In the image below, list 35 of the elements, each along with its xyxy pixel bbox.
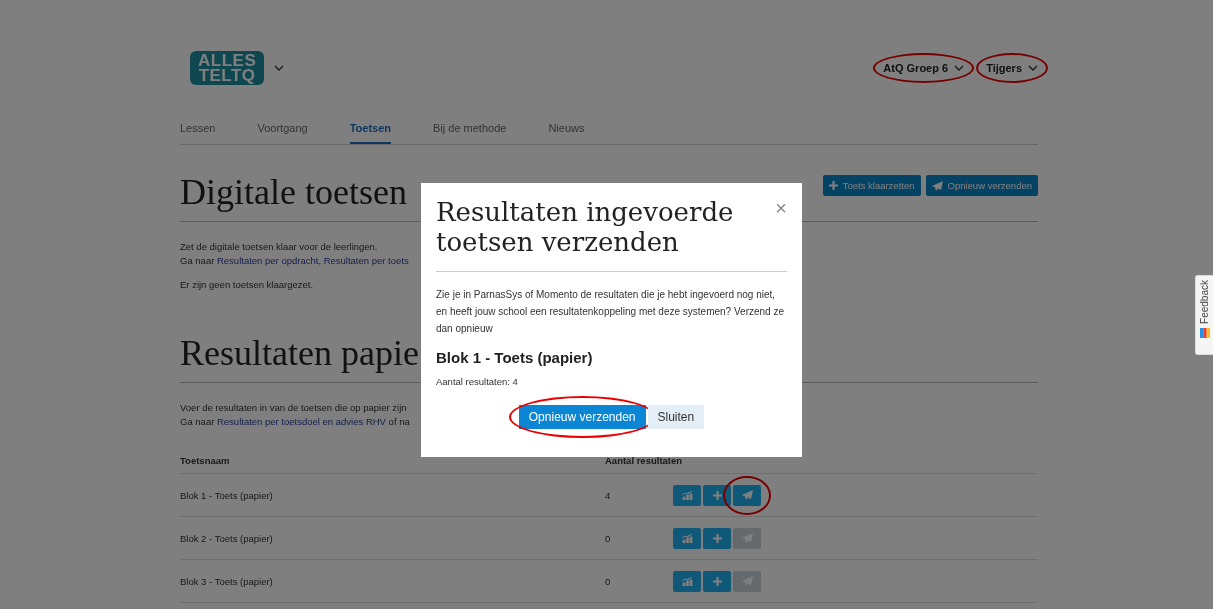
result-count: Aantal resultaten: 4 [436, 376, 519, 387]
page-heading: Digitale toetsen [180, 171, 407, 213]
links-text: Ga naar Resultaten per toetsdoel en advies RHV of na [180, 415, 410, 429]
logo[interactable]: ALLES TELTQ [190, 51, 265, 85]
resend-button[interactable]: Opnieuw verzenden [518, 405, 646, 429]
test-name: Blok 1 - Toets (papier) [436, 349, 594, 366]
table-cell: 4 [605, 489, 611, 501]
nav-tab[interactable]: Bij de methode [433, 122, 507, 144]
nav-tab[interactable]: Voortgang [257, 122, 308, 144]
resend-button[interactable]: Opnieuw verzenden [925, 175, 1038, 196]
table-cell: 0 [605, 575, 611, 587]
feedback-tab[interactable]: Feedback [1195, 275, 1213, 355]
link[interactable]: Resultaten per toetsdoel en advies RHV [216, 416, 386, 427]
column-header: Toetsnaam [180, 454, 230, 466]
add-test-button[interactable]: Toets klaarzetten [822, 175, 921, 196]
account-dropdown[interactable]: AtQ Groep 6 [883, 62, 965, 74]
column-header: Aantal resultaten [605, 454, 683, 466]
modal-text: Zie je in ParnasSys of Momento de resultaten die je hebt ingevoerd nog niet, en heeft jouw school een resultatenkoppeling met deze systemen? Verzend ze dan opnieuw [436, 288, 785, 336]
intro-text: Zet de digitale toetsen klaar voor de leerlingen. [180, 240, 378, 254]
link[interactable]: Resultaten per toets [323, 255, 409, 266]
intro-text: Voer de resultaten in van de toetsen die op papier zijn [180, 401, 407, 415]
account-dropdown[interactable]: Tijgers [986, 62, 1038, 74]
close-dialog-button[interactable]: Sluiten [647, 405, 705, 429]
section-heading: Resultaten papie [180, 332, 419, 374]
table-cell: Blok 2 - Toets (papier) [180, 532, 273, 544]
empty-text: Er zijn geen toetsen klaargezet. [180, 278, 314, 292]
table-cell: Blok 1 - Toets (papier) [180, 489, 273, 501]
table-cell: Blok 3 - Toets (papier) [180, 575, 273, 587]
links-text: Ga naar Resultaten per opdracht, Resultaten per toets [180, 254, 409, 268]
nav-tab[interactable]: Toetsen [349, 122, 391, 144]
close-button[interactable]: × [775, 197, 787, 220]
modal-title: Resultaten ingevoerde toetsen verzenden [436, 197, 735, 257]
table-cell: 0 [605, 532, 611, 544]
nav-tab[interactable]: Lessen [180, 122, 216, 144]
nav-tab[interactable]: Nieuws [548, 122, 585, 144]
